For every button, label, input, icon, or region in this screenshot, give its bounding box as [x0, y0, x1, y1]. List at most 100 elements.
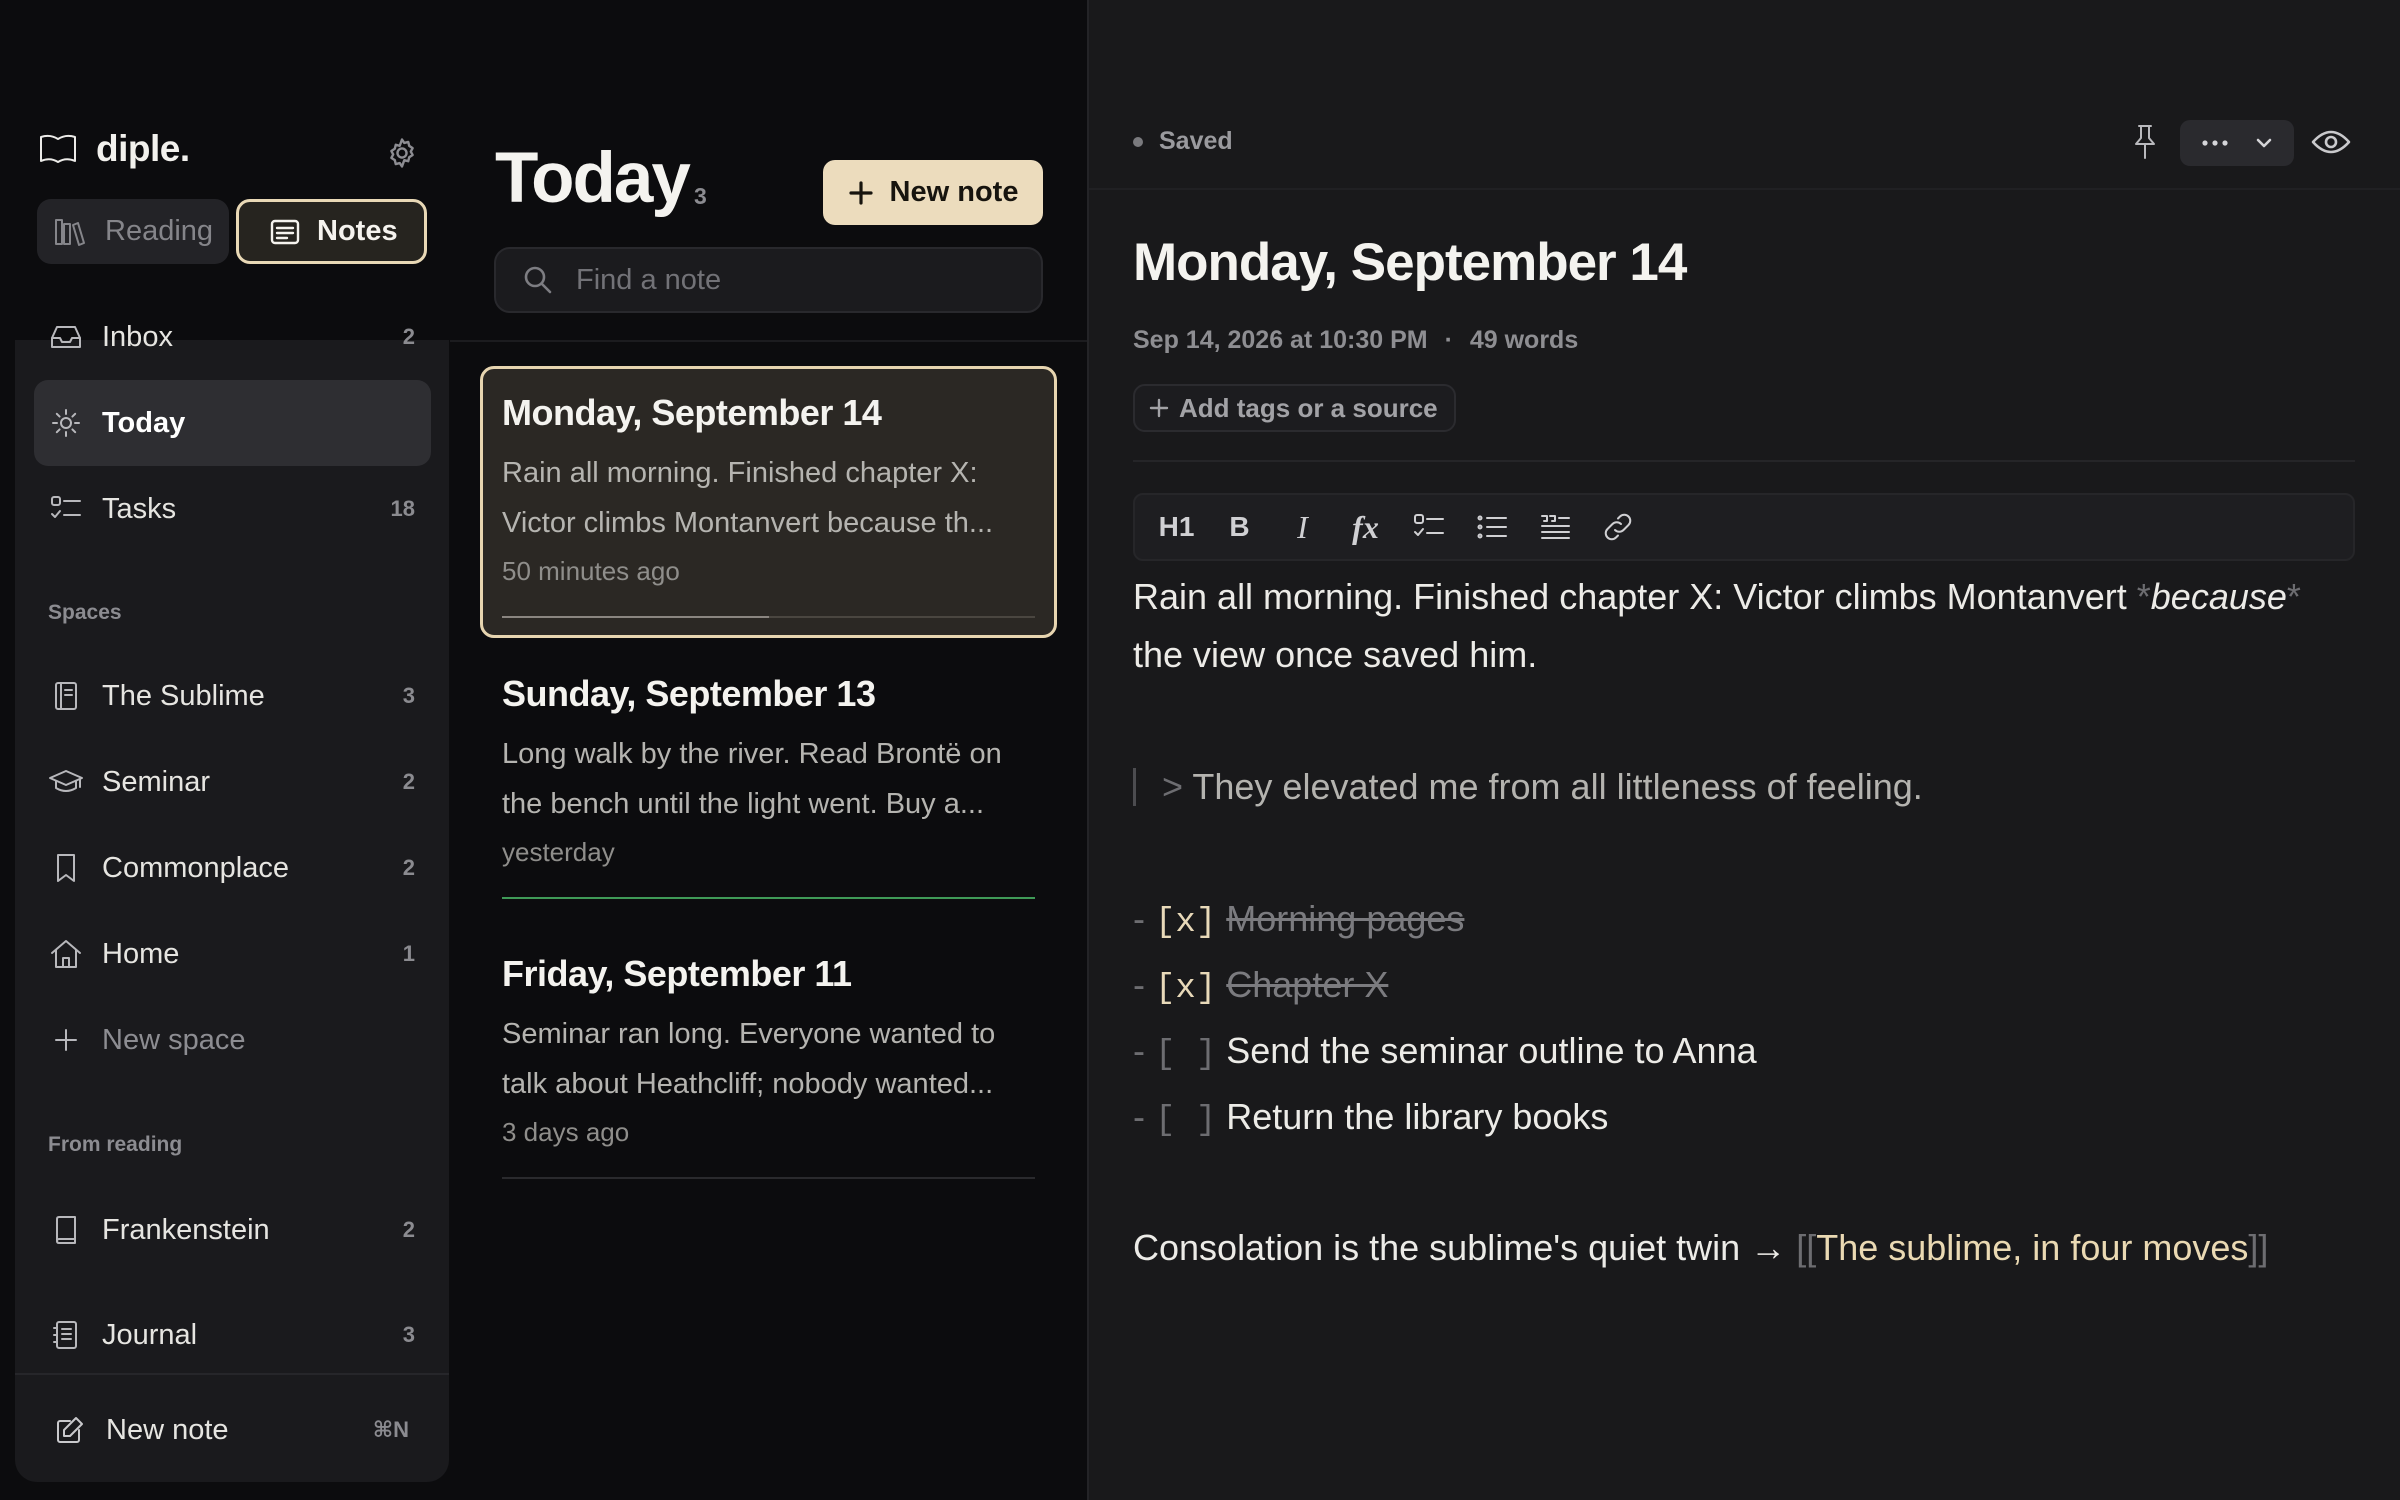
note-card[interactable]: Sunday, September 13 Long walk by the ri… [480, 647, 1057, 919]
editor-paragraph[interactable]: Consolation is the sublime's quiet twin … [1133, 1227, 2268, 1269]
sidebar-item-label: Journal [102, 1318, 198, 1351]
bold-button[interactable]: B [1208, 499, 1271, 555]
note-card-title: Monday, September 14 [502, 392, 882, 433]
home-icon [48, 938, 84, 970]
library-icon [53, 216, 89, 248]
note-card-progress-fill [502, 616, 769, 618]
note-card-progress [502, 616, 1035, 618]
task-dash: - [1133, 898, 1145, 939]
sidebar-item-count: 1 [402, 941, 415, 966]
sidebar-new-note-label: New note [106, 1413, 229, 1446]
list-divider [450, 340, 1087, 342]
editor-header-divider [1089, 188, 2400, 190]
note-card-date: yesterday [502, 837, 615, 867]
sidebar-item-journal[interactable]: Journal 3 [34, 1292, 431, 1378]
wikilink-bracket: [[ [1796, 1227, 1817, 1268]
spaces-section-label: Spaces [48, 601, 122, 624]
task-checkbox[interactable]: [x] [1155, 904, 1216, 942]
markdown-marker: * [2286, 576, 2301, 617]
note-card-title: Sunday, September 13 [502, 673, 876, 714]
note-card[interactable]: Friday, September 11 Seminar ran long. E… [480, 927, 1057, 1199]
bullet-list-button[interactable] [1460, 499, 1523, 555]
heading-button[interactable]: H1 [1145, 499, 1208, 555]
editor-paragraph[interactable]: Rain all morning. Finished chapter X: Vi… [1133, 576, 2301, 618]
editor-blockquote[interactable]: > They elevated me from all littleness o… [1162, 766, 1923, 808]
new-space-label: New space [102, 1023, 246, 1056]
new-note-button[interactable]: New note [823, 160, 1043, 225]
task-item[interactable]: - [x] Morning pages [1133, 898, 1464, 942]
notes-mode-tab[interactable]: Notes [236, 199, 427, 264]
plus-icon [848, 180, 874, 206]
task-checkbox[interactable]: [x] [1155, 970, 1216, 1008]
sidebar-item-label: Frankenstein [102, 1213, 270, 1246]
pin-icon[interactable] [2130, 122, 2160, 162]
task-item[interactable]: - [ ] Return the library books [1133, 1096, 1608, 1140]
note-card-preview-line: Seminar ran long. Everyone wanted to [502, 1018, 996, 1050]
italic-button[interactable]: I [1271, 499, 1334, 555]
note-card-preview-line: Victor climbs Montanvert because th... [502, 507, 994, 539]
eye-icon[interactable] [2310, 124, 2352, 160]
add-tags-button[interactable]: Add tags or a source [1133, 384, 1456, 432]
task-item[interactable]: - [ ] Send the seminar outline to Anna [1133, 1030, 1757, 1074]
note-card-date: 50 minutes ago [502, 556, 680, 586]
sidebar-item-commonplace[interactable]: Commonplace 2 [34, 825, 431, 911]
task-checkbox[interactable]: [ ] [1155, 1102, 1216, 1140]
search-icon [522, 264, 554, 296]
wikilink[interactable]: The sublime, in four moves [1816, 1227, 2248, 1268]
note-title[interactable]: Monday, September 14 [1133, 232, 1687, 293]
note-card-progress-fill [502, 897, 1035, 899]
list-title: Today [495, 139, 691, 218]
search-input[interactable] [576, 263, 1036, 297]
sidebar-item-count: 2 [402, 324, 415, 349]
note-icon [269, 217, 301, 247]
save-status: Saved [1133, 127, 1233, 156]
sidebar-item-home[interactable]: Home 1 [34, 911, 431, 997]
more-dots-icon [2200, 138, 2230, 148]
more-options-button[interactable] [2180, 120, 2294, 166]
sidebar-item-today[interactable]: Today [34, 380, 431, 466]
graduation-cap-icon [48, 767, 84, 797]
formula-button[interactable]: fx [1334, 499, 1397, 555]
checklist-icon [1412, 512, 1446, 542]
plus-icon [1149, 398, 1169, 418]
chevron-down-icon [2254, 136, 2274, 150]
sidebar-item-label: Today [102, 406, 186, 439]
sidebar-new-note-button[interactable]: New note ⌘N [34, 1394, 431, 1466]
task-text: Morning pages [1226, 898, 1465, 939]
list-count: 3 [694, 183, 707, 209]
sidebar-item-label: Tasks [102, 492, 177, 525]
new-note-label: New note [889, 176, 1019, 208]
keyboard-shortcut: ⌘N [372, 1417, 409, 1442]
quote-button[interactable] [1523, 499, 1586, 555]
task-dash: - [1133, 964, 1145, 1005]
link-icon [1602, 511, 1634, 543]
sidebar-item-count: 2 [402, 1217, 415, 1242]
reading-mode-tab[interactable]: Reading [37, 199, 229, 264]
new-space-button[interactable]: New space [34, 997, 431, 1083]
compose-icon [52, 1415, 88, 1445]
gear-icon[interactable] [385, 136, 419, 170]
bookmark-icon [48, 852, 84, 884]
sidebar-item-frankenstein[interactable]: Frankenstein 2 [34, 1187, 431, 1273]
notebook-icon [48, 680, 84, 712]
quote-text: They elevated me from all littleness of … [1192, 766, 1923, 807]
sidebar-item-seminar[interactable]: Seminar 2 [34, 739, 431, 825]
sidebar-item-the-sublime[interactable]: The Sublime 3 [34, 653, 431, 739]
sidebar-item-count: 18 [390, 496, 415, 521]
checklist-button[interactable] [1397, 499, 1460, 555]
sidebar-item-tasks[interactable]: Tasks 18 [34, 466, 431, 552]
sidebar-item-count: 3 [402, 683, 415, 708]
note-meta: Sep 14, 2026 at 10:30 PM · 49 words [1133, 326, 1578, 355]
search-field[interactable] [494, 247, 1043, 313]
link-button[interactable] [1586, 499, 1649, 555]
sidebar-item-label: Home [102, 937, 180, 970]
note-card-preview: Rain all morning. Finished chapter X: Vi… [502, 448, 1032, 548]
task-item[interactable]: - [x] Chapter X [1133, 964, 1388, 1008]
editor-paragraph-line[interactable]: the view once saved him. [1133, 634, 1537, 676]
note-card[interactable]: Monday, September 14 Rain all morning. F… [480, 366, 1057, 638]
sidebar-item-label: Seminar [102, 765, 210, 798]
task-checkbox[interactable]: [ ] [1155, 1036, 1216, 1074]
paragraph-text: Consolation is the sublime's quiet twin … [1133, 1227, 1797, 1268]
sidebar-item-inbox[interactable]: Inbox 2 [34, 294, 431, 380]
wikilink-bracket: ]] [2248, 1227, 2269, 1268]
